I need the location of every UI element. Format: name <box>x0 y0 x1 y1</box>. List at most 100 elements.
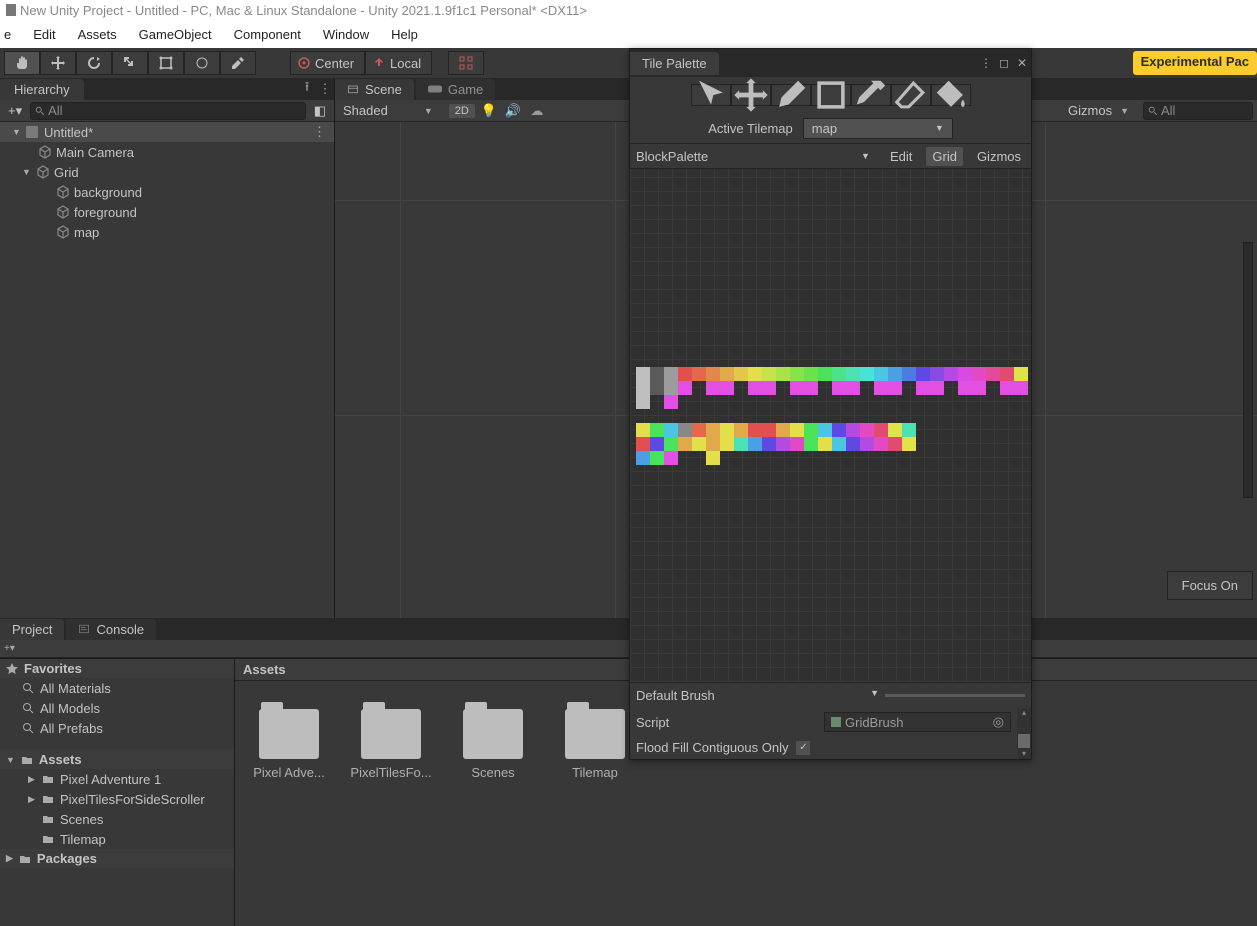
expand-icon[interactable]: ▼ <box>12 127 22 137</box>
palette-tile[interactable] <box>678 367 692 381</box>
palette-tile[interactable] <box>1000 395 1014 409</box>
palette-tile[interactable] <box>804 367 818 381</box>
palette-tile[interactable] <box>636 381 650 395</box>
menu-gameobject[interactable]: GameObject <box>135 25 216 44</box>
palette-tile[interactable] <box>958 381 972 395</box>
palette-tile[interactable] <box>636 451 650 465</box>
palette-tile[interactable] <box>664 423 678 437</box>
palette-tile[interactable] <box>720 395 734 409</box>
palette-tile[interactable] <box>1000 367 1014 381</box>
palette-tile[interactable] <box>734 367 748 381</box>
tile-palette-canvas[interactable] <box>630 169 1031 682</box>
palette-tile[interactable] <box>818 367 832 381</box>
assets-header[interactable]: ▼ Assets <box>0 750 234 769</box>
favorite-item[interactable]: All Models <box>0 698 234 718</box>
palette-tile[interactable] <box>804 395 818 409</box>
palette-tile[interactable] <box>776 367 790 381</box>
active-tilemap-dropdown[interactable]: map ▼ <box>803 118 953 139</box>
palette-tile[interactable] <box>944 367 958 381</box>
palette-tile[interactable] <box>636 395 650 409</box>
favorite-item[interactable]: All Prefabs <box>0 718 234 738</box>
palette-tile[interactable] <box>692 423 706 437</box>
palette-tile[interactable] <box>846 423 860 437</box>
palette-tile[interactable] <box>678 451 692 465</box>
palette-tile[interactable] <box>804 423 818 437</box>
palette-tile[interactable] <box>706 423 720 437</box>
rotate-tool-button[interactable] <box>76 51 112 75</box>
move-tool-button[interactable] <box>40 51 76 75</box>
palette-tile[interactable] <box>776 451 790 465</box>
palette-tile[interactable] <box>636 437 650 451</box>
flood-checkbox[interactable]: ✓ <box>796 741 810 755</box>
palette-tile[interactable] <box>986 395 1000 409</box>
palette-tile[interactable] <box>790 367 804 381</box>
project-add-button[interactable]: +▾ <box>4 643 15 654</box>
palette-tile[interactable] <box>902 395 916 409</box>
palette-tile[interactable] <box>930 395 944 409</box>
asset-folder-item[interactable]: ▶PixelTilesForSideScroller <box>0 789 234 809</box>
hierarchy-options-icon[interactable]: ⋮ <box>316 81 334 97</box>
box-tool-button[interactable] <box>811 84 851 106</box>
pivot-mode-button[interactable]: Center <box>290 51 365 75</box>
effects-dropdown-icon[interactable]: ☁ <box>527 103 547 119</box>
palette-tile[interactable] <box>930 367 944 381</box>
hierarchy-item[interactable]: Main Camera <box>0 142 334 162</box>
palette-tile[interactable] <box>762 451 776 465</box>
palette-tile[interactable] <box>664 395 678 409</box>
packages-header[interactable]: ▶ Packages <box>0 849 234 868</box>
palette-tile[interactable] <box>790 451 804 465</box>
scene-tab[interactable]: Scene <box>335 79 414 100</box>
lighting-toggle-icon[interactable]: 💡 <box>479 103 499 119</box>
palette-tile[interactable] <box>846 381 860 395</box>
palette-tile[interactable] <box>734 451 748 465</box>
palette-tile[interactable] <box>818 423 832 437</box>
scale-tool-button[interactable] <box>112 51 148 75</box>
palette-tile[interactable] <box>972 367 986 381</box>
palette-tile[interactable] <box>664 451 678 465</box>
palette-tile[interactable] <box>958 367 972 381</box>
tile-palette-header[interactable]: Tile Palette ⋮ ◻ ✕ <box>630 49 1031 77</box>
handle-rotation-button[interactable]: Local <box>365 51 432 75</box>
palette-tile[interactable] <box>1014 395 1028 409</box>
palette-tile[interactable] <box>734 381 748 395</box>
picker-tool-button[interactable] <box>851 84 891 106</box>
focus-on-button[interactable]: Focus On <box>1167 571 1253 600</box>
rect-tool-button[interactable] <box>148 51 184 75</box>
palette-tile[interactable] <box>846 451 860 465</box>
hierarchy-item[interactable]: background <box>0 182 334 202</box>
palette-tile[interactable] <box>650 367 664 381</box>
expand-icon[interactable]: ▶ <box>6 853 13 864</box>
custom-tool-button[interactable] <box>220 51 256 75</box>
menu-file[interactable]: e <box>0 25 15 44</box>
palette-tile[interactable] <box>776 437 790 451</box>
palette-tile[interactable] <box>888 395 902 409</box>
scene-scrollbar[interactable] <box>1243 242 1253 498</box>
audio-toggle-icon[interactable]: 🔊 <box>503 103 523 119</box>
palette-tile[interactable] <box>860 367 874 381</box>
menu-component[interactable]: Component <box>230 25 305 44</box>
expand-icon[interactable]: ▼ <box>22 167 32 177</box>
palette-tile[interactable] <box>734 437 748 451</box>
palette-tile[interactable] <box>748 423 762 437</box>
asset-folder-item[interactable]: ▶Pixel Adventure 1 <box>0 769 234 789</box>
palette-tile[interactable] <box>636 423 650 437</box>
window-close-icon[interactable]: ✕ <box>1013 56 1031 70</box>
palette-tile[interactable] <box>818 437 832 451</box>
hierarchy-scene-row[interactable]: ▼ Untitled* ⋮ <box>0 122 334 142</box>
palette-tile[interactable] <box>650 381 664 395</box>
palette-tile[interactable] <box>874 451 888 465</box>
palette-tile[interactable] <box>706 395 720 409</box>
palette-tile[interactable] <box>832 423 846 437</box>
palette-tile[interactable] <box>832 395 846 409</box>
palette-tile[interactable] <box>734 423 748 437</box>
palette-tile[interactable] <box>944 395 958 409</box>
project-folder[interactable]: Tilemap <box>557 709 633 898</box>
palette-tile[interactable] <box>664 437 678 451</box>
palette-tile[interactable] <box>860 423 874 437</box>
script-field[interactable]: GridBrush ◎ <box>824 712 1011 732</box>
palette-tile[interactable] <box>678 437 692 451</box>
palette-tile[interactable] <box>776 423 790 437</box>
transform-tool-button[interactable] <box>184 51 220 75</box>
hierarchy-item[interactable]: map <box>0 222 334 242</box>
palette-dropdown[interactable]: BlockPalette ▼ <box>636 149 876 164</box>
